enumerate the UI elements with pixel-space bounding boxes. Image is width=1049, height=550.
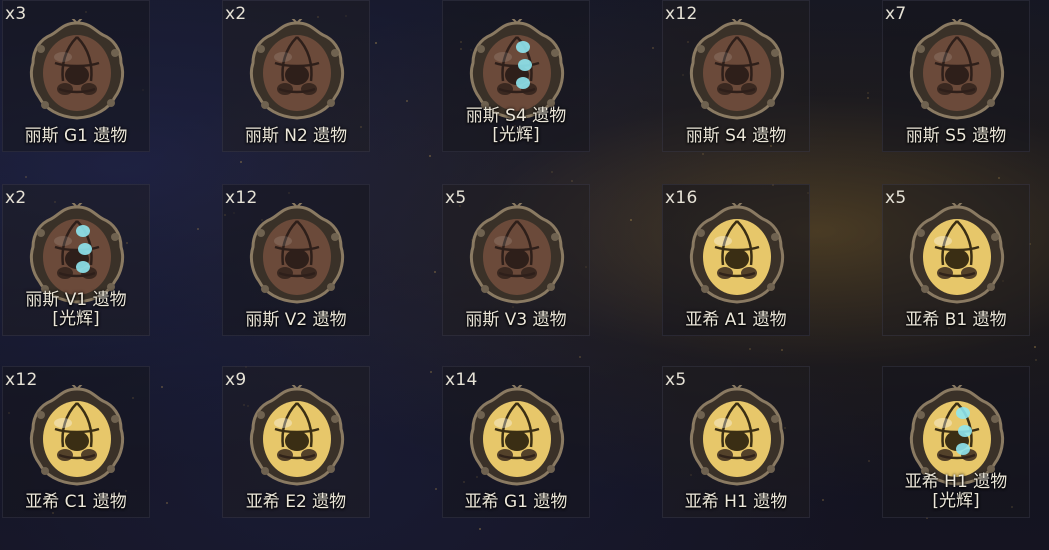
relic-name: 亚希 E2 遗物 [245, 492, 347, 512]
speck [197, 228, 199, 230]
speck [652, 47, 654, 49]
speck [375, 42, 377, 44]
relic-name: 丽斯 N2 遗物 [244, 126, 348, 146]
relic-name: 丽斯 G1 遗物 [24, 126, 128, 146]
relic-icon [249, 203, 345, 304]
relic-slot[interactable]: x2 丽斯 N2 遗物 [222, 0, 370, 152]
radiant-orb-icon [516, 41, 532, 89]
speck [579, 356, 581, 358]
speck [435, 488, 437, 490]
relic-icon [469, 385, 565, 486]
speck [867, 97, 869, 99]
relic-icon [29, 19, 125, 120]
speck [702, 153, 704, 155]
speck [429, 155, 431, 157]
relic-name: 亚希 C1 遗物 [25, 492, 127, 512]
speck [749, 348, 751, 350]
relic-slot[interactable]: x12 丽斯 V2 遗物 [222, 184, 370, 336]
relic-icon [249, 385, 345, 486]
relic-slot[interactable]: x9 亚希 E2 遗物 [222, 366, 370, 518]
relic-icon [909, 203, 1005, 304]
speck [1034, 346, 1036, 348]
relic-count: x9 [225, 370, 247, 390]
relic-slot[interactable]: x14 亚希 G1 遗物 [442, 366, 590, 518]
speck [867, 92, 869, 94]
speck [630, 219, 632, 221]
relic-name: 丽斯 S4 遗物 [光辉] [465, 106, 567, 145]
relic-icon [469, 203, 565, 304]
relic-count: x2 [5, 188, 27, 208]
speck [166, 502, 168, 504]
relic-slot[interactable]: x12 丽斯 S4 遗物 [662, 0, 810, 152]
relic-name: 丽斯 V3 遗物 [465, 310, 567, 330]
speck [551, 171, 553, 173]
relic-name: 丽斯 S5 遗物 [905, 126, 1007, 146]
relic-count: x3 [5, 4, 27, 24]
relic-slot[interactable]: 丽斯 S4 遗物 [光辉] [442, 0, 590, 152]
relic-name: 亚希 A1 遗物 [685, 310, 787, 330]
relic-slot[interactable]: 亚希 H1 遗物 [光辉] [882, 366, 1030, 518]
speck [998, 177, 1000, 179]
relic-icon [909, 19, 1005, 120]
relic-name: 丽斯 V1 遗物 [光辉] [25, 290, 127, 329]
speck [781, 349, 783, 351]
relic-slot[interactable]: x3 丽斯 G1 遗物 [2, 0, 150, 152]
speck [1035, 359, 1037, 361]
speck [240, 161, 242, 163]
relic-count: x5 [665, 370, 687, 390]
speck [822, 499, 824, 501]
relic-icon [249, 19, 345, 120]
relic-name: 亚希 G1 遗物 [464, 492, 568, 512]
relic-name: 亚希 B1 遗物 [905, 310, 1007, 330]
relic-slot[interactable]: x12 亚希 C1 遗物 [2, 366, 150, 518]
relic-slot[interactable]: x2 丽斯 V1 遗物 [光辉] [2, 184, 150, 336]
relic-count: x2 [225, 4, 247, 24]
speck [430, 371, 432, 373]
relic-slot[interactable]: x5 丽斯 V3 遗物 [442, 184, 590, 336]
radiant-orb-icon [956, 407, 972, 455]
relic-name: 亚希 H1 遗物 [光辉] [904, 472, 1008, 511]
relic-count: x5 [885, 188, 907, 208]
relic-icon [29, 385, 125, 486]
relic-icon [689, 19, 785, 120]
speck [25, 176, 27, 178]
speck [406, 100, 408, 102]
speck [571, 180, 573, 182]
relic-name: 丽斯 V2 遗物 [245, 310, 347, 330]
radiant-orb-icon [76, 225, 92, 273]
relic-count: x5 [445, 188, 467, 208]
speck [161, 386, 163, 388]
relic-slot[interactable]: x16 亚希 A1 遗物 [662, 184, 810, 336]
relic-slot[interactable]: x7 丽斯 S5 遗物 [882, 0, 1030, 152]
speck [479, 528, 481, 530]
relic-name: 亚希 H1 遗物 [684, 492, 788, 512]
relic-slot[interactable]: x5 亚希 B1 遗物 [882, 184, 1030, 336]
relic-icon [689, 385, 785, 486]
speck [434, 271, 436, 273]
relic-icon [689, 203, 785, 304]
relic-count: x7 [885, 4, 907, 24]
relic-slot[interactable]: x5 亚希 H1 遗物 [662, 366, 810, 518]
relic-name: 丽斯 S4 遗物 [685, 126, 787, 146]
speck [868, 460, 870, 462]
